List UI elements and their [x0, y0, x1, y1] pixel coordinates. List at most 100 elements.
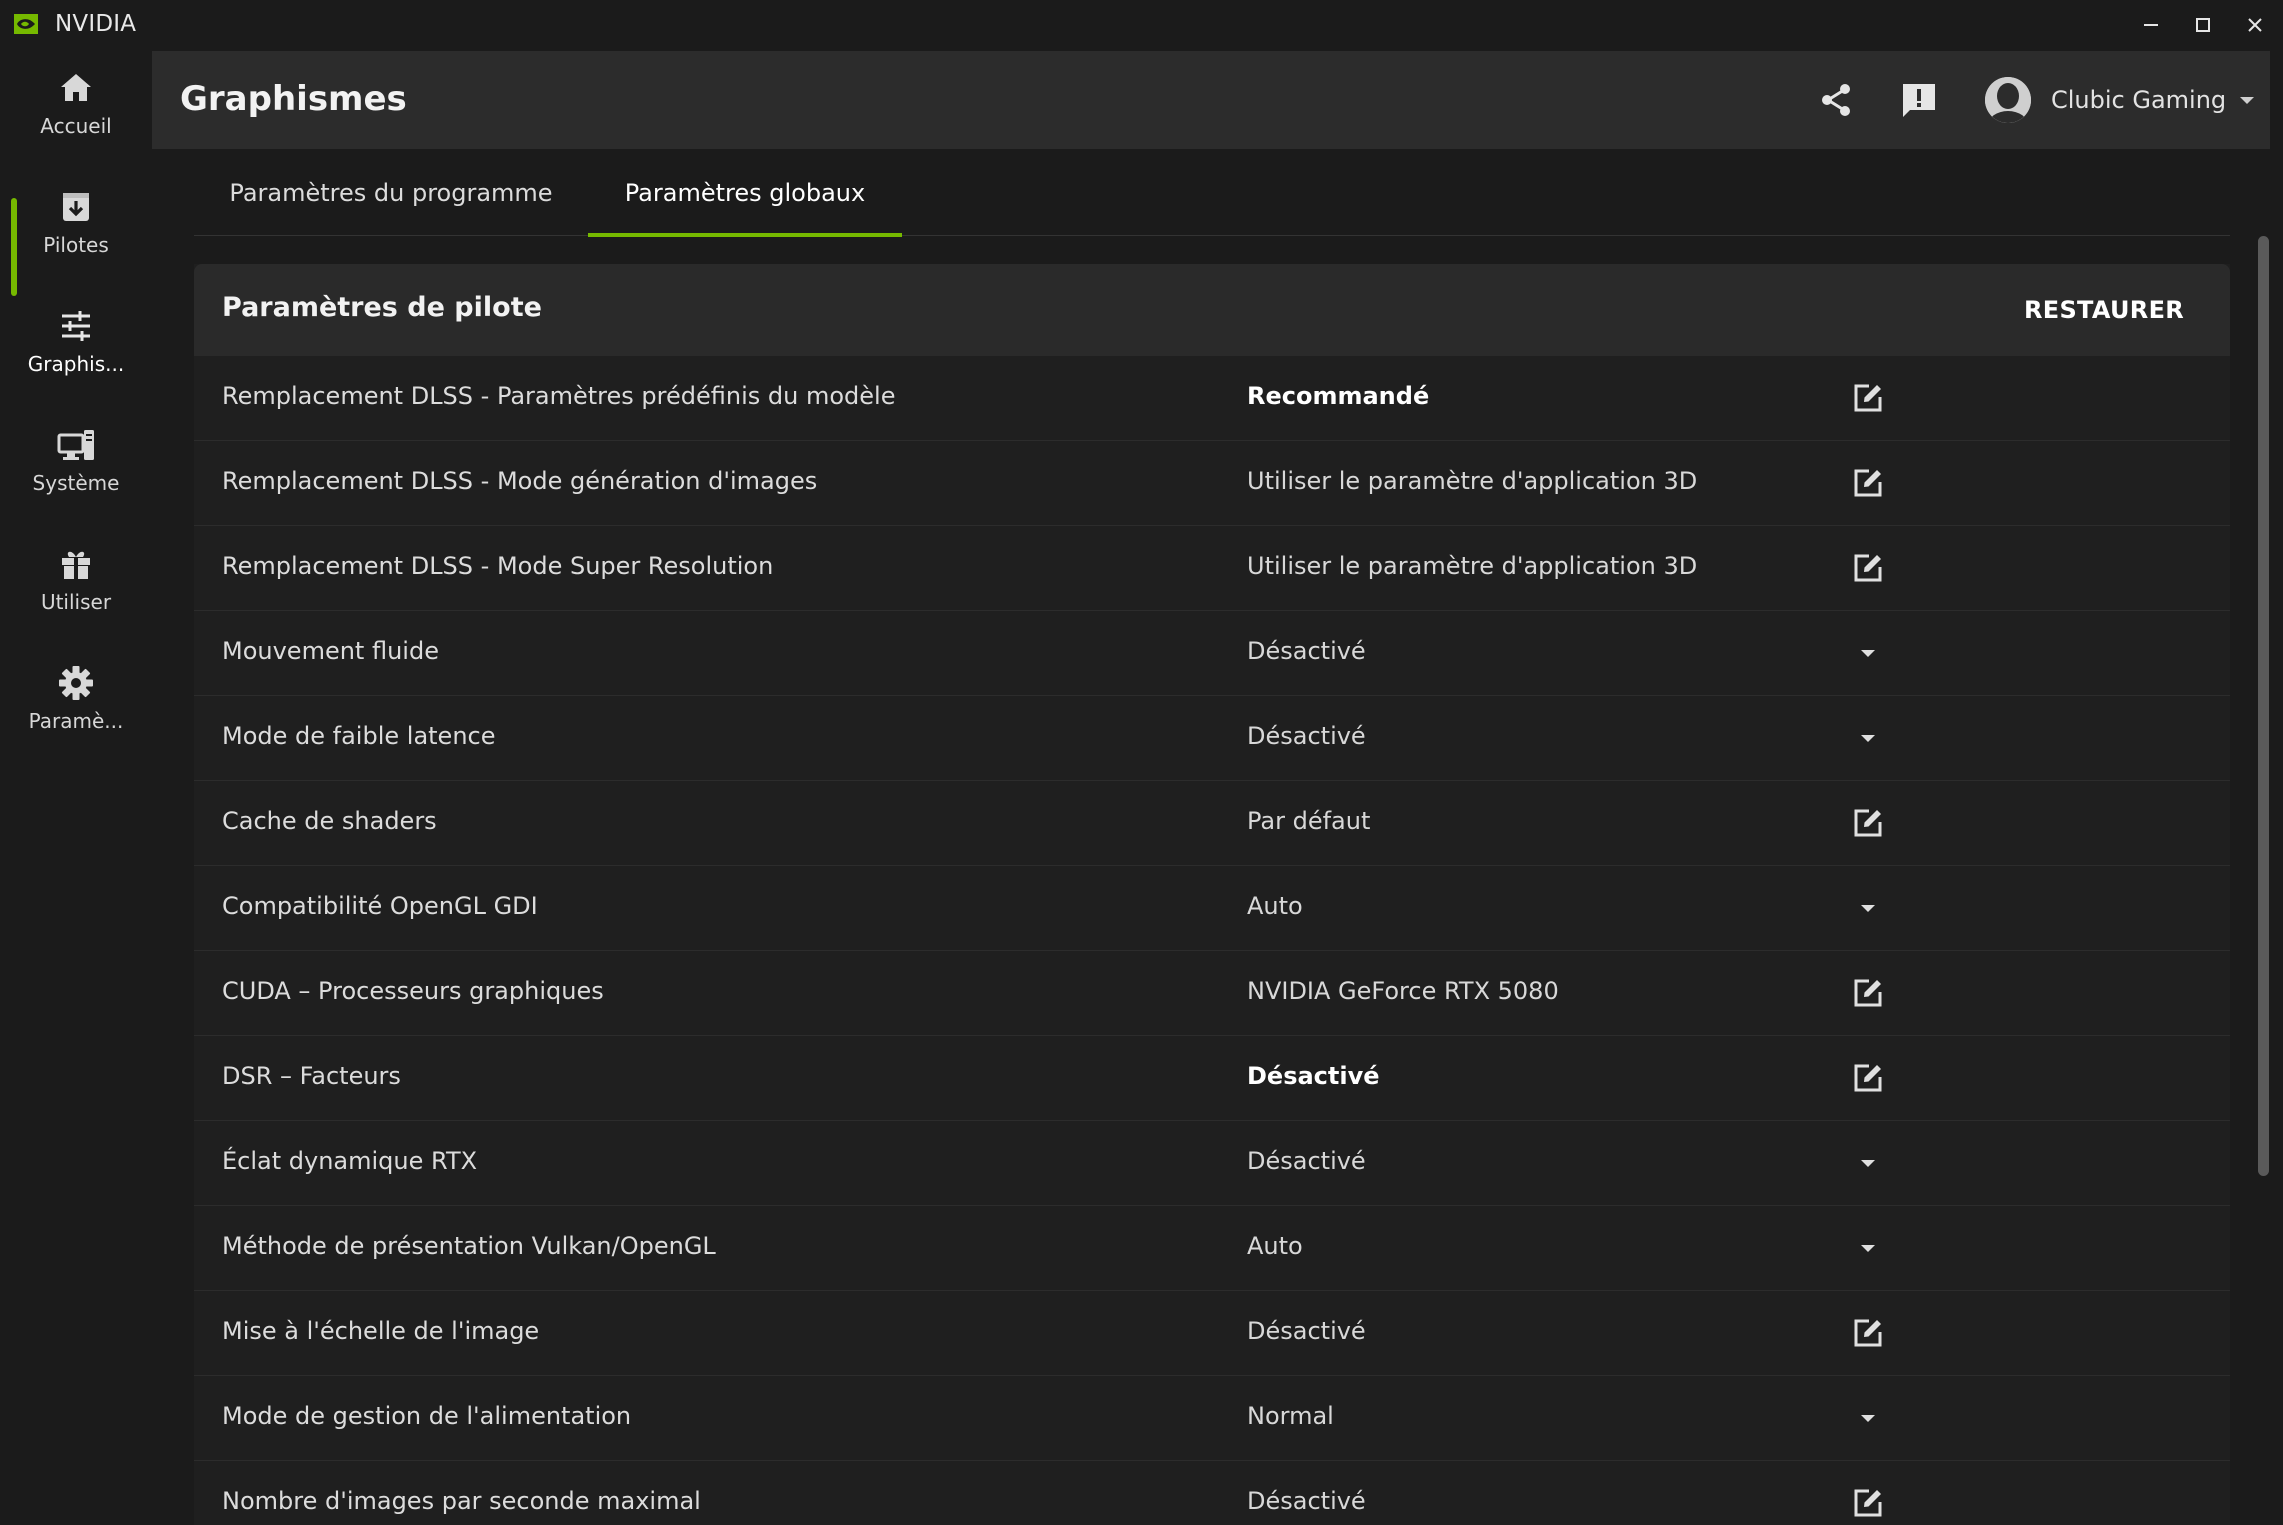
edit-button[interactable]: [1846, 1481, 1890, 1525]
sidebar-item-accueil[interactable]: Accueil: [0, 54, 152, 162]
dropdown-button[interactable]: [1846, 1396, 1890, 1440]
close-button[interactable]: [2235, 8, 2275, 42]
sidebar-item-label: Pilotes: [43, 233, 109, 257]
setting-name: Nombre d'images par seconde maximal: [222, 1487, 701, 1515]
active-tab-indicator: [588, 233, 902, 237]
edit-button[interactable]: [1846, 461, 1890, 505]
sidebar-item-parametres[interactable]: Paramè...: [0, 649, 152, 757]
setting-name: Éclat dynamique RTX: [222, 1147, 478, 1175]
table-row[interactable]: Mode de gestion de l'alimentation Normal: [194, 1376, 2230, 1461]
tab-label: Paramètres globaux: [624, 178, 866, 207]
settings-list: Remplacement DLSS - Paramètres prédéfini…: [194, 356, 2230, 1525]
share-button[interactable]: [1815, 79, 1857, 121]
setting-name: Méthode de présentation Vulkan/OpenGL: [222, 1232, 716, 1260]
edit-icon: [1854, 809, 1882, 837]
page-title: Graphismes: [180, 79, 407, 119]
table-row[interactable]: Compatibilité OpenGL GDI Auto: [194, 866, 2230, 951]
close-icon: [2248, 18, 2262, 32]
table-row[interactable]: Mouvement fluide Désactivé: [194, 611, 2230, 696]
edit-icon: [1854, 554, 1882, 582]
scrollbar[interactable]: [2256, 236, 2269, 1525]
chevron-down-icon: [1861, 1415, 1875, 1422]
edit-icon: [1854, 1319, 1882, 1347]
tab-label: Paramètres du programme: [229, 178, 553, 207]
setting-value: NVIDIA GeForce RTX 5080: [1247, 977, 1559, 1005]
nvidia-logo-icon: [14, 14, 38, 34]
table-row[interactable]: Méthode de présentation Vulkan/OpenGL Au…: [194, 1206, 2230, 1291]
sidebar-item-graphismes[interactable]: Graphis...: [0, 198, 152, 400]
setting-value: Désactivé: [1247, 637, 1366, 665]
dropdown-button[interactable]: [1846, 716, 1890, 760]
feedback-button[interactable]: [1898, 79, 1940, 121]
sidebar-item-utiliser[interactable]: Utiliser: [0, 530, 152, 638]
edit-icon: [1854, 1064, 1882, 1092]
setting-value: Par défaut: [1247, 807, 1371, 835]
chevron-down-icon: [1861, 1245, 1875, 1252]
page-header: Graphismes Clubic Gaming: [152, 51, 2270, 149]
edit-button[interactable]: [1846, 546, 1890, 590]
chevron-down-icon: [1861, 905, 1875, 912]
setting-name: Compatibilité OpenGL GDI: [222, 892, 538, 920]
table-row[interactable]: Éclat dynamique RTX Désactivé: [194, 1121, 2230, 1206]
feedback-icon: [1903, 84, 1935, 117]
setting-name: DSR – Facteurs: [222, 1062, 401, 1090]
table-row[interactable]: Nombre d'images par seconde maximal Désa…: [194, 1461, 2230, 1525]
dropdown-button[interactable]: [1846, 1141, 1890, 1185]
setting-value: Auto: [1247, 1232, 1303, 1260]
setting-value: Désactivé: [1247, 1487, 1366, 1515]
sidebar-item-pilotes[interactable]: Pilotes: [0, 173, 152, 281]
table-row[interactable]: Mode de faible latence Désactivé: [194, 696, 2230, 781]
setting-name: Remplacement DLSS - Paramètres prédéfini…: [222, 382, 896, 410]
table-row[interactable]: Remplacement DLSS - Mode génération d'im…: [194, 441, 2230, 526]
system-monitor-icon: [57, 430, 94, 460]
chevron-down-icon: [2240, 97, 2255, 104]
dropdown-button[interactable]: [1846, 1226, 1890, 1270]
edit-button[interactable]: [1846, 971, 1890, 1015]
dropdown-button[interactable]: [1846, 886, 1890, 930]
table-row[interactable]: Cache de shaders Par défaut: [194, 781, 2230, 866]
edit-button[interactable]: [1846, 801, 1890, 845]
sidebar-item-systeme[interactable]: Système: [0, 411, 152, 519]
tab-bar: Paramètres du programme Paramètres globa…: [194, 149, 2230, 237]
minimize-icon: [2144, 24, 2158, 26]
setting-value: Désactivé: [1247, 1062, 1380, 1090]
maximize-button[interactable]: [2183, 8, 2223, 42]
setting-value: Désactivé: [1247, 722, 1366, 750]
edit-button[interactable]: [1846, 376, 1890, 420]
edit-icon: [1854, 384, 1882, 412]
setting-value: Auto: [1247, 892, 1303, 920]
sidebar-item-label: Paramè...: [28, 709, 124, 733]
edit-icon: [1854, 979, 1882, 1007]
setting-name: Mise à l'échelle de l'image: [222, 1317, 540, 1345]
setting-name: CUDA – Processeurs graphiques: [222, 977, 604, 1005]
tab-parametres-globaux[interactable]: Paramètres globaux: [588, 149, 902, 237]
table-row[interactable]: CUDA – Processeurs graphiques NVIDIA GeF…: [194, 951, 2230, 1036]
setting-name: Remplacement DLSS - Mode Super Resolutio…: [222, 552, 774, 580]
sidebar-item-label: Utiliser: [40, 590, 112, 614]
edit-button[interactable]: [1846, 1311, 1890, 1355]
table-row[interactable]: Remplacement DLSS - Mode Super Resolutio…: [194, 526, 2230, 611]
table-row[interactable]: Mise à l'échelle de l'image Désactivé: [194, 1291, 2230, 1376]
user-avatar-icon: [1985, 77, 2031, 123]
panel-title: Paramètres de pilote: [222, 292, 542, 323]
edit-icon: [1854, 469, 1882, 497]
setting-name: Mouvement fluide: [222, 637, 439, 665]
restore-button[interactable]: RESTAURER: [2010, 284, 2198, 336]
user-profile-menu[interactable]: Clubic Gaming: [1985, 75, 2256, 125]
tab-parametres-programme[interactable]: Paramètres du programme: [194, 149, 588, 236]
setting-value: Désactivé: [1247, 1317, 1366, 1345]
share-icon: [1822, 84, 1850, 116]
dropdown-button[interactable]: [1846, 631, 1890, 675]
edit-button[interactable]: [1846, 1056, 1890, 1100]
setting-name: Cache de shaders: [222, 807, 437, 835]
chevron-down-icon: [1861, 1160, 1875, 1167]
home-icon: [61, 74, 91, 101]
table-row[interactable]: Remplacement DLSS - Paramètres prédéfini…: [194, 356, 2230, 441]
scrollbar-thumb[interactable]: [2258, 236, 2269, 1176]
edit-icon: [1854, 1489, 1882, 1517]
driver-download-icon: [63, 193, 89, 221]
sliders-icon: [62, 311, 90, 341]
minimize-button[interactable]: [2131, 8, 2171, 42]
maximize-icon: [2196, 18, 2210, 32]
table-row[interactable]: DSR – Facteurs Désactivé: [194, 1036, 2230, 1121]
